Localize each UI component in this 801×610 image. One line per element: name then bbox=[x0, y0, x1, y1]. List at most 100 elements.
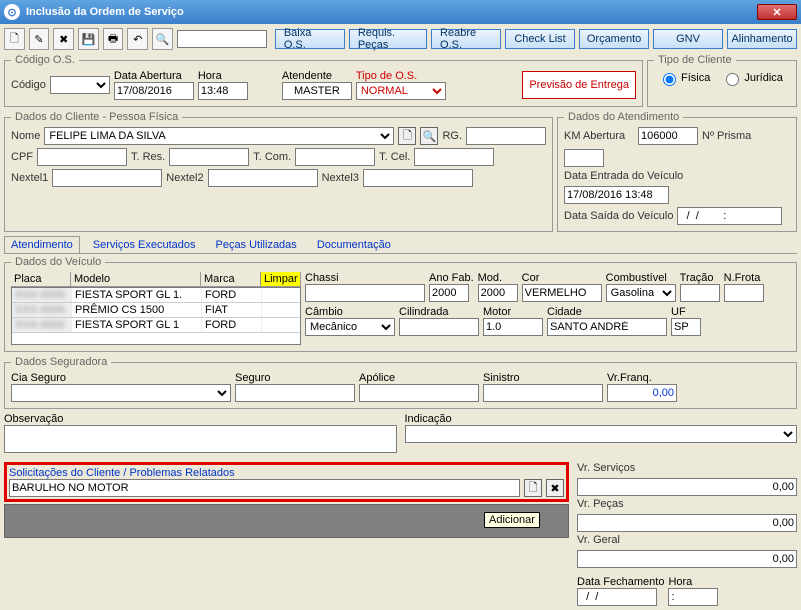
vr-servicos-label: Vr. Serviços bbox=[577, 462, 657, 474]
codigo-os-legend: Código O.S. bbox=[11, 54, 79, 66]
tres-label: T. Res. bbox=[131, 151, 165, 163]
nfrota-input[interactable] bbox=[724, 284, 764, 302]
app-icon: ⊙ bbox=[4, 4, 20, 20]
saida-input[interactable] bbox=[677, 207, 782, 225]
indicacao-select[interactable] bbox=[405, 425, 798, 443]
cor-input[interactable] bbox=[522, 284, 602, 302]
col-anofab: Ano Fab. bbox=[429, 272, 474, 284]
limpar-button[interactable]: Limpar bbox=[261, 272, 301, 286]
tab-pecas[interactable]: Peças Utilizadas bbox=[208, 236, 303, 253]
col-uf: UF bbox=[671, 306, 701, 318]
col-combustivel: Combustível bbox=[606, 272, 676, 284]
requis-pecas-button[interactable]: Requis. Peças bbox=[349, 29, 427, 49]
col-cilindrada: Cilindrada bbox=[399, 306, 479, 318]
nome-select[interactable]: FELIPE LIMA DA SILVA bbox=[44, 127, 394, 145]
vehicle-row[interactable]: XXX-0000 FIESTA SPORT GL 1. FORD bbox=[12, 288, 300, 303]
undo-icon[interactable]: ↶ bbox=[127, 28, 148, 50]
search-client-icon[interactable]: 🔍 bbox=[420, 127, 438, 145]
vr-pecas-label: Vr. Peças bbox=[577, 498, 657, 510]
rg-input[interactable] bbox=[466, 127, 546, 145]
edit-icon[interactable]: ✎ bbox=[29, 28, 50, 50]
add-solicitacao-icon[interactable]: 🗋 bbox=[524, 479, 542, 497]
mod-input[interactable] bbox=[478, 284, 518, 302]
tipo-os-select[interactable]: NORMAL bbox=[356, 82, 446, 100]
vrfranq-input[interactable] bbox=[607, 384, 677, 402]
col-chassi: Chassi bbox=[305, 272, 425, 284]
cidade-input[interactable] bbox=[547, 318, 667, 336]
indicacao-label: Indicação bbox=[405, 413, 798, 425]
entrada-input[interactable] bbox=[564, 186, 669, 204]
nextel3-input[interactable] bbox=[363, 169, 473, 187]
radio-juridica[interactable]: Jurídica bbox=[721, 70, 783, 86]
baixa-os-button[interactable]: Baixa O.S. bbox=[275, 29, 345, 49]
hora-fech-input[interactable] bbox=[668, 588, 718, 606]
tres-input[interactable] bbox=[169, 148, 249, 166]
cia-select[interactable] bbox=[11, 384, 231, 402]
col-placa: Placa bbox=[11, 272, 71, 286]
save-icon[interactable]: 💾 bbox=[78, 28, 99, 50]
close-button[interactable]: ✕ bbox=[757, 4, 797, 20]
cambio-select[interactable]: Mecânico bbox=[305, 318, 395, 336]
doc-icon[interactable]: 🗋 bbox=[398, 127, 416, 145]
vehicle-row[interactable]: XXX-0000 FIESTA SPORT GL 1 FORD bbox=[12, 318, 300, 333]
checklist-button[interactable]: Check List bbox=[505, 29, 575, 49]
uf-input[interactable] bbox=[671, 318, 701, 336]
toolbar-search-input[interactable] bbox=[177, 30, 267, 48]
motor-input[interactable] bbox=[483, 318, 543, 336]
alinhamento-button[interactable]: Alinhamento bbox=[727, 29, 797, 49]
rg-label: RG. bbox=[442, 130, 462, 142]
sinistro-input[interactable] bbox=[483, 384, 603, 402]
nextel3-label: Nextel3 bbox=[322, 172, 359, 184]
tab-docs[interactable]: Documentação bbox=[310, 236, 398, 253]
data-fech-input[interactable] bbox=[577, 588, 657, 606]
observacao-input[interactable] bbox=[4, 425, 397, 453]
main-toolbar: 🗋 ✎ ✖ 💾 🖶 ↶ 🔍 Baixa O.S. Requis. Peças R… bbox=[4, 28, 797, 50]
chassi-input[interactable] bbox=[305, 284, 425, 302]
reabre-os-button[interactable]: Reabre O.S. bbox=[431, 29, 501, 49]
delete-solicitacao-icon[interactable]: ✖ bbox=[546, 479, 564, 497]
nextel2-input[interactable] bbox=[208, 169, 318, 187]
tab-atendimento[interactable]: Atendimento bbox=[4, 236, 80, 253]
new-icon[interactable]: 🗋 bbox=[4, 28, 25, 50]
seguro-input[interactable] bbox=[235, 384, 355, 402]
gnv-button[interactable]: GNV bbox=[653, 29, 723, 49]
col-marca: Marca bbox=[201, 272, 261, 286]
anofab-input[interactable] bbox=[429, 284, 469, 302]
solicitacoes-legend: Solicitações do Cliente / Problemas Rela… bbox=[9, 467, 564, 479]
tcom-input[interactable] bbox=[295, 148, 375, 166]
delete-icon[interactable]: ✖ bbox=[53, 28, 74, 50]
print-icon[interactable]: 🖶 bbox=[103, 28, 124, 50]
solicitacoes-input[interactable] bbox=[9, 479, 520, 497]
km-input[interactable] bbox=[638, 127, 698, 145]
col-tracao: Tração bbox=[680, 272, 720, 284]
tcel-input[interactable] bbox=[414, 148, 494, 166]
atendente-input[interactable] bbox=[282, 82, 352, 100]
radio-fisica[interactable]: Física bbox=[658, 70, 710, 86]
window-title: Inclusão da Ordem de Serviço bbox=[26, 6, 184, 18]
nextel1-input[interactable] bbox=[52, 169, 162, 187]
codigo-select[interactable] bbox=[50, 76, 110, 94]
dados-atend-legend: Dados do Atendimento bbox=[564, 111, 683, 123]
tracao-input[interactable] bbox=[680, 284, 720, 302]
entrada-label: Data Entrada do Veículo bbox=[564, 170, 683, 182]
search-icon[interactable]: 🔍 bbox=[152, 28, 173, 50]
cpf-input[interactable] bbox=[37, 148, 127, 166]
apolice-input[interactable] bbox=[359, 384, 479, 402]
prisma-input[interactable] bbox=[564, 149, 604, 167]
nextel1-label: Nextel1 bbox=[11, 172, 48, 184]
previsao-entrega-button[interactable]: Previsão de Entrega bbox=[522, 71, 636, 99]
cia-label: Cia Seguro bbox=[11, 372, 231, 384]
data-abertura-input[interactable] bbox=[114, 82, 194, 100]
tab-servicos[interactable]: Serviços Executados bbox=[86, 236, 203, 253]
tcel-label: T. Cel. bbox=[379, 151, 410, 163]
window-titlebar: ⊙ Inclusão da Ordem de Serviço ✕ bbox=[0, 0, 801, 24]
cilindrada-input[interactable] bbox=[399, 318, 479, 336]
vr-servicos-input bbox=[577, 478, 797, 496]
vehicle-row[interactable]: XXX-0000 PRÊMIO CS 1500 FIAT bbox=[12, 303, 300, 318]
solicitacoes-panel: Solicitações do Cliente / Problemas Rela… bbox=[4, 462, 569, 502]
sinistro-label: Sinistro bbox=[483, 372, 603, 384]
data-fech-label: Data Fechamento bbox=[577, 576, 664, 588]
hora-input[interactable] bbox=[198, 82, 248, 100]
combustivel-select[interactable]: Gasolina bbox=[606, 284, 676, 302]
orcamento-button[interactable]: Orçamento bbox=[579, 29, 649, 49]
